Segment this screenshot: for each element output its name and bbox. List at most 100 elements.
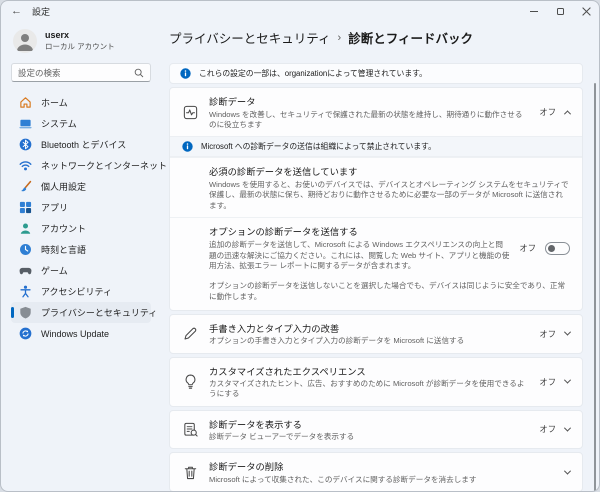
optional-diagnostic-row: オプションの診断データを送信する 追加の診断データを送信して、Microsoft…	[170, 217, 582, 277]
minimize-icon	[530, 11, 538, 12]
status-label: オフ	[539, 423, 556, 435]
sidebar-item-time-language[interactable]: 時刻と言語	[11, 239, 151, 260]
breadcrumb-separator: ›	[338, 32, 342, 44]
user-name: userx	[45, 30, 115, 40]
avatar	[13, 29, 37, 53]
sidebar-item-apps[interactable]: アプリ	[11, 197, 151, 218]
minimize-button[interactable]	[521, 1, 547, 21]
sidebar-item-windows-update[interactable]: Windows Update	[11, 323, 151, 344]
setting-row[interactable]: 診断データの削除 Microsoft によって収集された、このデバイスに関する診…	[170, 453, 582, 491]
lightbulb-icon	[182, 373, 199, 390]
breadcrumb-parent[interactable]: プライバシーとセキュリティ	[169, 28, 331, 47]
setting-card-view-diagnostic-data: 診断データを表示する 診断データ ビューアーでデータを表示する オフ	[169, 410, 583, 450]
setting-description: 診断データ ビューアーでデータを表示する	[209, 432, 529, 442]
sidebar-item-system[interactable]: システム	[11, 113, 151, 134]
chevron-down-icon[interactable]	[564, 377, 571, 384]
settings-search[interactable]	[11, 63, 151, 82]
accessibility-icon	[19, 285, 32, 298]
toggle-status-label: オフ	[519, 242, 536, 254]
breadcrumb: プライバシーとセキュリティ › 診断とフィードバック	[169, 28, 583, 47]
sidebar-item-gaming[interactable]: ゲーム	[11, 260, 151, 281]
sidebar-item-bluetooth[interactable]: Bluetooth とデバイス	[11, 134, 151, 155]
sidebar-item-personalization[interactable]: 個人用設定	[11, 176, 151, 197]
optional-diagnostic-title: オプションの診断データを送信する	[209, 224, 509, 238]
sidebar-item-label: プライバシーとセキュリティ	[41, 306, 157, 319]
chevron-up-icon[interactable]	[564, 110, 571, 117]
app-title: 設定	[32, 5, 50, 18]
sidebar-item-label: ゲーム	[41, 264, 68, 277]
sidebar-nav: ホーム システム Bluetooth とデバイス ネットワークとインターネット …	[11, 92, 151, 344]
trash-icon	[182, 464, 199, 481]
back-button[interactable]: ←	[11, 5, 22, 17]
managed-banner: これらの設定の一部は、organizationによって管理されています。	[169, 63, 583, 84]
sidebar-item-label: アクセシビリティ	[41, 285, 112, 298]
close-button[interactable]	[573, 1, 599, 21]
setting-title: 診断データ	[209, 94, 529, 108]
sidebar: userx ローカル アカウント ホーム システム	[1, 21, 159, 492]
apps-icon	[19, 201, 32, 214]
blocked-notice: Microsoft への診断データの送信は組織によって禁止されています。	[170, 136, 582, 157]
info-icon	[180, 68, 191, 79]
status-label: オフ	[539, 106, 556, 118]
setting-row[interactable]: 手書き入力とタイプ入力の改善 オプションの手書き入力とタイプ入力の診断データを …	[170, 315, 582, 353]
shield-icon	[19, 306, 32, 319]
sidebar-item-accessibility[interactable]: アクセシビリティ	[11, 281, 151, 302]
time-language-icon	[19, 243, 32, 256]
view-data-icon	[182, 421, 199, 438]
user-icon	[13, 29, 37, 53]
main-panel: プライバシーとセキュリティ › 診断とフィードバック これらの設定の一部は、or…	[159, 21, 599, 492]
search-input[interactable]	[18, 68, 134, 78]
user-account[interactable]: userx ローカル アカウント	[13, 29, 151, 53]
sidebar-item-network[interactable]: ネットワークとインターネット	[11, 155, 151, 176]
setting-title: 手書き入力とタイプ入力の改善	[209, 321, 529, 335]
chevron-down-icon[interactable]	[564, 329, 571, 336]
gaming-icon	[19, 264, 32, 277]
search-icon	[134, 68, 144, 78]
setting-description: カスタマイズされたヒント、広告、おすすめのために Microsoft が診断デー…	[209, 379, 529, 400]
diagnostic-data-card: 診断データ Windows を改善し、セキュリティで保護された最新の状態を維持し…	[169, 87, 583, 311]
maximize-button[interactable]	[547, 1, 573, 21]
diagnostic-data-header[interactable]: 診断データ Windows を改善し、セキュリティで保護された最新の状態を維持し…	[170, 88, 582, 136]
sidebar-item-accounts[interactable]: アカウント	[11, 218, 151, 239]
sidebar-item-label: 時刻と言語	[41, 243, 86, 256]
required-diagnostic-row: 必須の診断データを送信しています Windows を使用すると、お使いのデバイス…	[170, 157, 582, 217]
sidebar-item-label: ホーム	[41, 96, 68, 109]
settings-content: これらの設定の一部は、organizationによって管理されています。 診断デ…	[169, 63, 583, 492]
settings-window: ← 設定 userx ローカル アカウント	[0, 0, 600, 492]
close-icon	[582, 7, 591, 16]
setting-title: 診断データの削除	[209, 459, 546, 473]
sidebar-item-home[interactable]: ホーム	[11, 92, 151, 113]
bluetooth-icon	[19, 138, 32, 151]
status-label: オフ	[539, 376, 556, 388]
scrollbar[interactable]	[594, 83, 597, 492]
maximize-icon	[557, 8, 564, 15]
optional-diagnostic-description: 追加の診断データを送信して、Microsoft による Windows エクスペ…	[209, 240, 509, 272]
required-diagnostic-description: Windows を使用すると、お使いのデバイスでは、デバイスとオペレーティング …	[209, 180, 570, 212]
optional-diagnostic-note: オプションの診断データを送信しないことを選択した場合でも、デバイスは同じように安…	[170, 278, 582, 310]
sidebar-item-label: システム	[41, 117, 77, 130]
setting-title: カスタマイズされたエクスペリエンス	[209, 364, 529, 378]
setting-card-inking-typing: 手書き入力とタイプ入力の改善 オプションの手書き入力とタイプ入力の診断データを …	[169, 314, 583, 354]
setting-description: Windows を改善し、セキュリティで保護された最新の状態を維持し、期待通りに…	[209, 110, 529, 131]
setting-row[interactable]: カスタマイズされたエクスペリエンス カスタマイズされたヒント、広告、おすすめのた…	[170, 358, 582, 406]
accounts-icon	[19, 222, 32, 235]
sidebar-item-label: Bluetooth とデバイス	[41, 138, 126, 151]
home-icon	[19, 96, 32, 109]
required-diagnostic-title: 必須の診断データを送信しています	[209, 164, 570, 178]
sidebar-item-label: ネットワークとインターネット	[41, 159, 167, 172]
chevron-down-icon[interactable]	[564, 467, 571, 474]
setting-description: オプションの手書き入力とタイプ入力の診断データを Microsoft に送信する	[209, 336, 529, 346]
setting-row[interactable]: 診断データを表示する 診断データ ビューアーでデータを表示する オフ	[170, 411, 582, 449]
pen-icon	[182, 325, 199, 342]
setting-card-delete-diagnostic-data: 診断データの削除 Microsoft によって収集された、このデバイスに関する診…	[169, 452, 583, 492]
status-label: オフ	[539, 328, 556, 340]
sidebar-item-label: アカウント	[41, 222, 86, 235]
optional-diagnostic-toggle[interactable]	[545, 242, 570, 255]
sidebar-item-label: アプリ	[41, 201, 68, 214]
toggle-knob	[548, 245, 555, 252]
sidebar-item-privacy[interactable]: プライバシーとセキュリティ	[11, 302, 151, 323]
diagnostics-icon	[182, 104, 199, 121]
sidebar-item-label: 個人用設定	[41, 180, 86, 193]
chevron-down-icon[interactable]	[564, 424, 571, 431]
titlebar: ← 設定	[1, 1, 599, 21]
